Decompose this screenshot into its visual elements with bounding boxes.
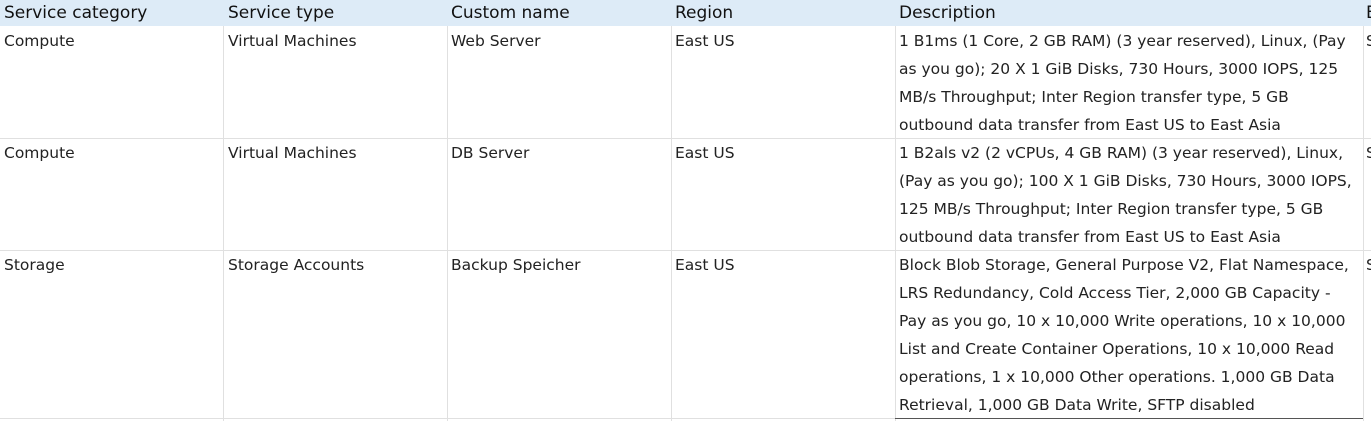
cell-description[interactable]: Block Blob Storage, General Purpose V2, … bbox=[899, 251, 1351, 419]
description-line: outbound data transfer from East US to E… bbox=[899, 228, 1281, 246]
description-line: 1 B1ms (1 Core, 2 GB RAM) (3 year reserv… bbox=[899, 32, 1346, 50]
cell-region[interactable]: East US bbox=[675, 27, 891, 55]
cell-next-column-clipped[interactable]: S bbox=[1366, 27, 1371, 55]
header-row: Service category Service type Custom nam… bbox=[0, 0, 1371, 26]
cell-next-column-clipped[interactable]: S bbox=[1366, 251, 1371, 279]
description-line: Block Blob Storage, General Purpose V2, … bbox=[899, 256, 1349, 274]
cell-next-column-clipped[interactable]: S bbox=[1366, 139, 1371, 167]
description-line: List and Create Container Operations, 10… bbox=[899, 340, 1335, 358]
cell-service-type[interactable]: Virtual Machines bbox=[228, 27, 444, 55]
pricing-table: Service category Service type Custom nam… bbox=[0, 0, 1371, 421]
table-row[interactable]: Storage Storage Accounts Backup Speicher… bbox=[0, 251, 1371, 418]
table-row[interactable]: Compute Virtual Machines Web Server East… bbox=[0, 27, 1371, 138]
description-line: MB/s Throughput; Inter Region transfer t… bbox=[899, 88, 1289, 106]
cell-service-category[interactable]: Compute bbox=[4, 139, 220, 167]
description-line: LRS Redundancy, Cold Access Tier, 2,000 … bbox=[899, 284, 1331, 302]
cell-service-category[interactable]: Storage bbox=[4, 251, 220, 279]
description-line: operations, 1 x 10,000 Other operations.… bbox=[899, 368, 1335, 386]
description-line: as you go); 20 X 1 GiB Disks, 730 Hours,… bbox=[899, 60, 1339, 78]
cell-custom-name[interactable]: DB Server bbox=[451, 139, 667, 167]
header-next-column-clipped[interactable]: E bbox=[1366, 0, 1371, 26]
header-custom-name[interactable]: Custom name bbox=[451, 0, 669, 26]
grid-hline bbox=[0, 418, 895, 419]
description-line: 1 B2als v2 (2 vCPUs, 4 GB RAM) (3 year r… bbox=[899, 144, 1343, 162]
cell-custom-name[interactable]: Web Server bbox=[451, 27, 667, 55]
description-line: (Pay as you go); 100 X 1 GiB Disks, 730 … bbox=[899, 172, 1351, 190]
header-description[interactable]: Description bbox=[899, 0, 1359, 26]
cell-custom-name[interactable]: Backup Speicher bbox=[451, 251, 667, 279]
header-service-category[interactable]: Service category bbox=[4, 0, 222, 26]
cell-description[interactable]: 1 B1ms (1 Core, 2 GB RAM) (3 year reserv… bbox=[899, 27, 1351, 139]
cell-description[interactable]: 1 B2als v2 (2 vCPUs, 4 GB RAM) (3 year r… bbox=[899, 139, 1351, 251]
header-service-type[interactable]: Service type bbox=[228, 0, 446, 26]
cell-service-type[interactable]: Storage Accounts bbox=[228, 251, 444, 279]
description-line: 125 MB/s Throughput; Inter Region transf… bbox=[899, 200, 1324, 218]
cell-service-category[interactable]: Compute bbox=[4, 27, 220, 55]
cell-region[interactable]: East US bbox=[675, 139, 891, 167]
description-line: Pay as you go, 10 x 10,000 Write operati… bbox=[899, 312, 1346, 330]
header-region[interactable]: Region bbox=[675, 0, 893, 26]
cell-service-type[interactable]: Virtual Machines bbox=[228, 139, 444, 167]
cell-region[interactable]: East US bbox=[675, 251, 891, 279]
description-line: outbound data transfer from East US to E… bbox=[899, 116, 1281, 134]
table-row[interactable]: Compute Virtual Machines DB Server East … bbox=[0, 139, 1371, 250]
description-line: Retrieval, 1,000 GB Data Write, SFTP dis… bbox=[899, 396, 1255, 414]
